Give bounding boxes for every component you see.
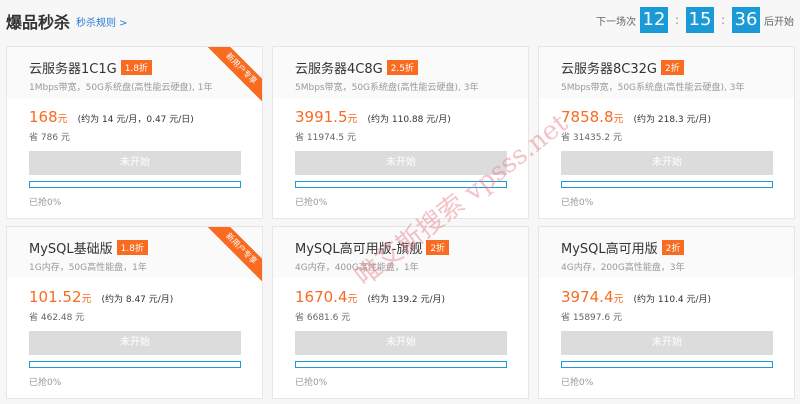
price: 101.52 xyxy=(29,288,82,306)
discount-badge: 2折 xyxy=(660,60,684,75)
price-approx: (约为 139.2 元/月) xyxy=(367,295,446,305)
price-unit: 元 xyxy=(347,114,358,125)
product-name-row: MySQL高可用版 2折 xyxy=(561,238,685,257)
sold-percentage: 已抢0% xyxy=(561,198,594,208)
not-started-button[interactable]: 未开始 xyxy=(561,331,773,355)
discount-badge: 2.5折 xyxy=(386,60,419,75)
price-row: 101.52元 (约为 8.47 元/月) xyxy=(29,287,173,306)
next-session-label: 下一场次 xyxy=(596,16,636,28)
price-approx: (约为 110.4 元/月) xyxy=(633,295,712,305)
price-unit: 元 xyxy=(613,294,624,305)
price-row: 3991.5元 (约为 110.88 元/月) xyxy=(295,107,451,126)
savings: 省 6681.6 元 xyxy=(295,313,351,323)
countdown-separator: : xyxy=(674,13,680,27)
price-approx: (约为 218.3 元/月) xyxy=(633,115,712,125)
product-spec: 4G内存，200G高性能盘，3年 xyxy=(561,263,685,273)
not-started-button[interactable]: 未开始 xyxy=(29,331,241,355)
product-name: 云服务器1C1G xyxy=(29,62,117,77)
progress-bar xyxy=(561,361,773,368)
progress-bar xyxy=(29,361,241,368)
sold-percentage: 已抢0% xyxy=(29,198,62,208)
discount-badge: 1.8折 xyxy=(120,60,153,75)
sold-percentage: 已抢0% xyxy=(561,378,594,388)
product-card: 云服务器1C1G 1.8折 1Mbps带宽，50G系统盘(高性能云硬盘), 1年 … xyxy=(6,46,263,219)
price-row: 3974.4元 (约为 110.4 元/月) xyxy=(561,287,711,306)
discount-badge: 2折 xyxy=(661,240,685,255)
product-name-row: 云服务器4C8G 2.5折 xyxy=(295,58,419,77)
header: 爆品秒杀 秒杀规则 > 下一场次 12 : 15 : 36 后开始 xyxy=(0,0,800,40)
countdown-minutes: 15 xyxy=(686,7,714,33)
product-spec: 5Mbps带宽，50G系统盘(高性能云硬盘), 3年 xyxy=(295,83,479,93)
price-approx: (约为 8.47 元/月) xyxy=(101,295,174,305)
price-unit: 元 xyxy=(347,294,358,305)
page-title: 爆品秒杀 xyxy=(6,13,71,32)
savings: 省 786 元 xyxy=(29,133,70,143)
sold-percentage: 已抢0% xyxy=(295,198,328,208)
savings: 省 462.48 元 xyxy=(29,313,85,323)
savings: 省 15897.6 元 xyxy=(561,313,622,323)
savings: 省 11974.5 元 xyxy=(295,133,356,143)
price-row: 168元 (约为 14 元/月，0.47 元/日) xyxy=(29,107,194,126)
price-unit: 元 xyxy=(613,114,624,125)
countdown-separator: : xyxy=(720,13,726,27)
price-unit: 元 xyxy=(57,114,68,125)
price-row: 7858.8元 (约为 218.3 元/月) xyxy=(561,107,711,126)
progress-bar xyxy=(29,181,241,188)
not-started-button[interactable]: 未开始 xyxy=(295,331,507,355)
countdown-hours: 12 xyxy=(640,7,668,33)
price: 3974.4 xyxy=(561,288,614,306)
product-name-row: 云服务器8C32G 2折 xyxy=(561,58,684,77)
product-card: MySQL基础版 1.8折 1G内存，50G高性能盘，1年 101.52元 (约为 … xyxy=(6,226,263,399)
product-name: 云服务器4C8G xyxy=(295,62,383,77)
sold-percentage: 已抢0% xyxy=(29,378,62,388)
start-label: 后开始 xyxy=(764,16,794,28)
not-started-button[interactable]: 未开始 xyxy=(29,151,241,175)
product-spec: 5Mbps带宽，50G系统盘(高性能云硬盘), 3年 xyxy=(561,83,745,93)
product-spec: 1Mbps带宽，50G系统盘(高性能云硬盘), 1年 xyxy=(29,83,213,93)
discount-badge: 1.8折 xyxy=(116,240,148,255)
product-name: MySQL高可用版 xyxy=(561,242,658,257)
price: 1670.4 xyxy=(295,288,348,306)
countdown-seconds: 36 xyxy=(732,7,760,33)
product-card: 云服务器8C32G 2折 5Mbps带宽，50G系统盘(高性能云硬盘), 3年 7… xyxy=(538,46,795,219)
sold-percentage: 已抢0% xyxy=(295,378,328,388)
not-started-button[interactable]: 未开始 xyxy=(561,151,773,175)
product-name: MySQL基础版 xyxy=(29,242,113,257)
countdown: 下一场次 12 : 15 : 36 后开始 xyxy=(596,7,794,33)
product-name-row: 云服务器1C1G 1.8折 xyxy=(29,58,153,77)
product-name: 云服务器8C32G xyxy=(561,62,657,77)
price-approx: (约为 14 元/月，0.47 元/日) xyxy=(77,115,194,125)
progress-bar xyxy=(561,181,773,188)
product-card: MySQL高可用版 2折 4G内存，200G高性能盘，3年 3974.4元 (约为 … xyxy=(538,226,795,399)
product-spec: 1G内存，50G高性能盘，1年 xyxy=(29,263,147,273)
flash-sale-rules-link[interactable]: 秒杀规则 > xyxy=(76,14,128,29)
progress-bar xyxy=(295,361,507,368)
price-approx: (约为 110.88 元/月) xyxy=(367,115,451,125)
price: 168 xyxy=(29,108,58,126)
product-name-row: MySQL基础版 1.8折 xyxy=(29,238,148,257)
price: 7858.8 xyxy=(561,108,614,126)
price: 3991.5 xyxy=(295,108,348,126)
price-unit: 元 xyxy=(81,294,92,305)
